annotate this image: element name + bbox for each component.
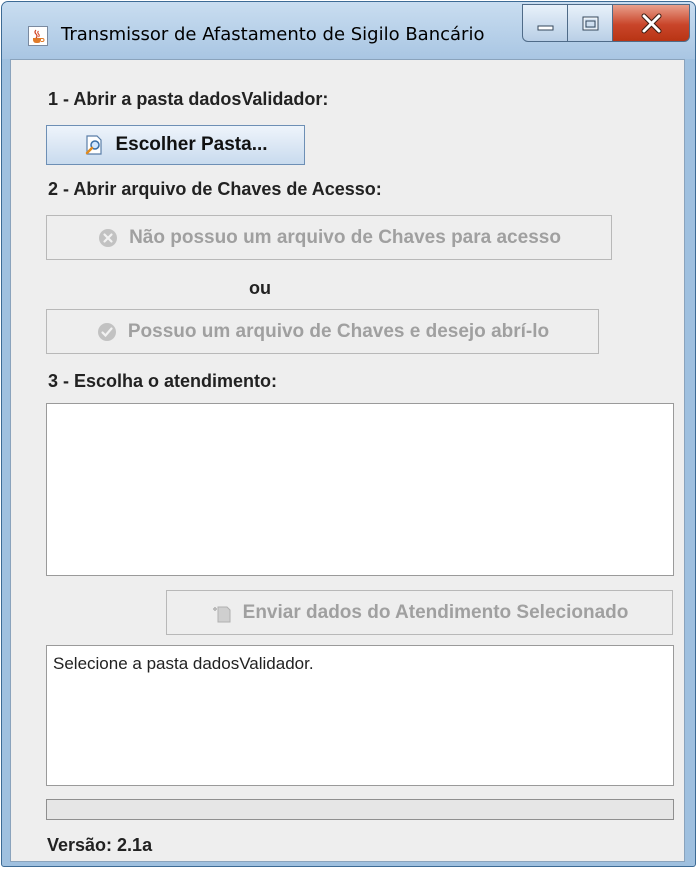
check-circle-icon bbox=[97, 322, 116, 341]
send-data-button[interactable]: Enviar dados do Atendimento Selecionado bbox=[166, 590, 673, 635]
send-data-label: Enviar dados do Atendimento Selecionado bbox=[242, 601, 629, 623]
appointment-list[interactable] bbox=[46, 403, 674, 576]
have-keys-button[interactable]: Possuo um arquivo de Chaves e desejo abr… bbox=[46, 309, 599, 354]
choose-folder-label: Escolher Pasta... bbox=[115, 134, 268, 155]
maximize-icon bbox=[582, 16, 599, 31]
cancel-circle-icon bbox=[99, 228, 118, 247]
folder-search-icon bbox=[86, 135, 103, 155]
step2-label: 2 - Abrir arquivo de Chaves de Acesso: bbox=[48, 179, 382, 199]
version-label: Versão: 2.1a bbox=[47, 835, 153, 855]
no-keys-label: Não possuo um arquivo de Chaves para ace… bbox=[129, 226, 561, 248]
application-window: Transmissor de Afastamento de Sigilo Ban… bbox=[1, 1, 696, 867]
document-send-icon bbox=[212, 606, 231, 622]
close-icon bbox=[641, 13, 662, 34]
step3-label: 3 - Escolha o atendimento: bbox=[48, 371, 278, 391]
have-keys-label: Possuo um arquivo de Chaves e desejo abr… bbox=[127, 320, 550, 342]
content-panel: 1 - Abrir a pasta dadosValidador: Escolh… bbox=[10, 59, 685, 862]
step1-label: 1 - Abrir a pasta dadosValidador: bbox=[48, 89, 329, 109]
no-keys-button[interactable]: Não possuo um arquivo de Chaves para ace… bbox=[46, 215, 612, 260]
java-cup-icon bbox=[28, 26, 48, 46]
close-button[interactable] bbox=[613, 4, 690, 42]
choose-folder-button[interactable]: Escolher Pasta... bbox=[46, 125, 305, 165]
maximize-button[interactable] bbox=[568, 4, 613, 42]
minimize-icon bbox=[537, 25, 554, 31]
or-separator: ou bbox=[249, 278, 271, 298]
log-area[interactable]: Selecione a pasta dadosValidador. bbox=[46, 645, 674, 786]
progress-bar bbox=[46, 799, 674, 820]
minimize-button[interactable] bbox=[522, 4, 568, 42]
title-bar[interactable]: Transmissor de Afastamento de Sigilo Ban… bbox=[2, 2, 695, 59]
window-title: Transmissor de Afastamento de Sigilo Ban… bbox=[61, 24, 485, 45]
log-text: Selecione a pasta dadosValidador. bbox=[53, 654, 314, 673]
